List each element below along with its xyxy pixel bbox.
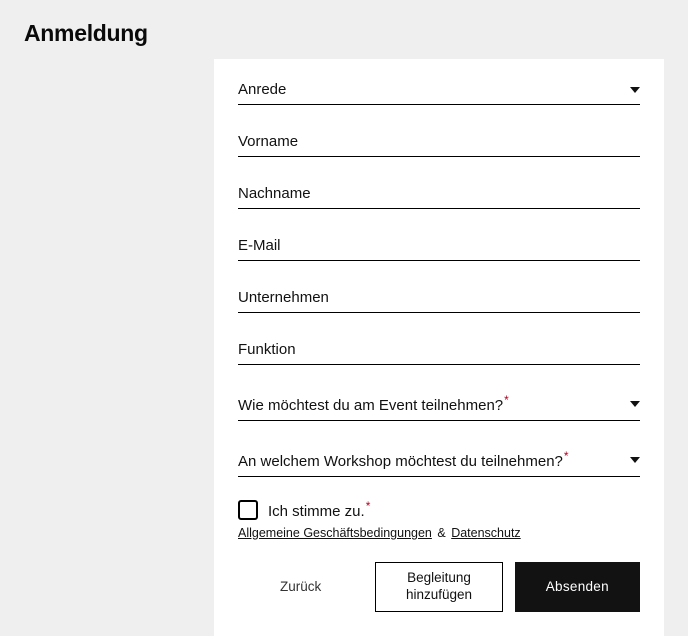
role-label: Funktion: [238, 341, 296, 358]
consent-row: Ich stimme zu.*: [238, 499, 640, 520]
salutation-select[interactable]: Anrede: [238, 81, 640, 105]
consent-label-text: Ich stimme zu.: [268, 503, 365, 520]
firstname-field[interactable]: Vorname: [238, 133, 640, 157]
add-companion-button[interactable]: Begleitung hinzufügen: [375, 562, 502, 612]
registration-form: Anrede Vorname Nachname E-Mail Unternehm…: [214, 59, 664, 636]
consent-checkbox[interactable]: [238, 500, 258, 520]
workshop-label-text: An welchem Workshop möchtest du teilnehm…: [238, 453, 563, 470]
lastname-label: Nachname: [238, 185, 311, 202]
chevron-down-icon: [630, 401, 640, 407]
required-marker: *: [366, 499, 371, 513]
chevron-down-icon: [630, 87, 640, 93]
lastname-field[interactable]: Nachname: [238, 185, 640, 209]
required-marker: *: [504, 393, 509, 407]
amp-text: &: [437, 526, 445, 540]
terms-line: Allgemeine Geschäftsbedingungen & Datens…: [238, 526, 640, 540]
privacy-link[interactable]: Datenschutz: [451, 526, 520, 540]
workshop-label: An welchem Workshop möchtest du teilnehm…: [238, 449, 569, 470]
workshop-select[interactable]: An welchem Workshop möchtest du teilnehm…: [238, 449, 640, 477]
email-label: E-Mail: [238, 237, 281, 254]
attendance-label-text: Wie möchtest du am Event teilnehmen?: [238, 397, 503, 414]
email-field[interactable]: E-Mail: [238, 237, 640, 261]
salutation-label: Anrede: [238, 81, 286, 98]
attendance-select[interactable]: Wie möchtest du am Event teilnehmen?*: [238, 393, 640, 421]
button-row: Zurück Begleitung hinzufügen Absenden: [238, 562, 640, 612]
required-marker: *: [564, 449, 569, 463]
company-label: Unternehmen: [238, 289, 329, 306]
attendance-label: Wie möchtest du am Event teilnehmen?*: [238, 393, 509, 414]
back-button[interactable]: Zurück: [238, 562, 363, 612]
page-title: Anmeldung: [24, 20, 664, 47]
company-field[interactable]: Unternehmen: [238, 289, 640, 313]
submit-button[interactable]: Absenden: [515, 562, 640, 612]
firstname-label: Vorname: [238, 133, 298, 150]
consent-block: Ich stimme zu.* Allgemeine Geschäftsbedi…: [238, 499, 640, 540]
role-field[interactable]: Funktion: [238, 341, 640, 365]
terms-link[interactable]: Allgemeine Geschäftsbedingungen: [238, 526, 432, 540]
chevron-down-icon: [630, 457, 640, 463]
consent-label: Ich stimme zu.*: [268, 499, 370, 520]
